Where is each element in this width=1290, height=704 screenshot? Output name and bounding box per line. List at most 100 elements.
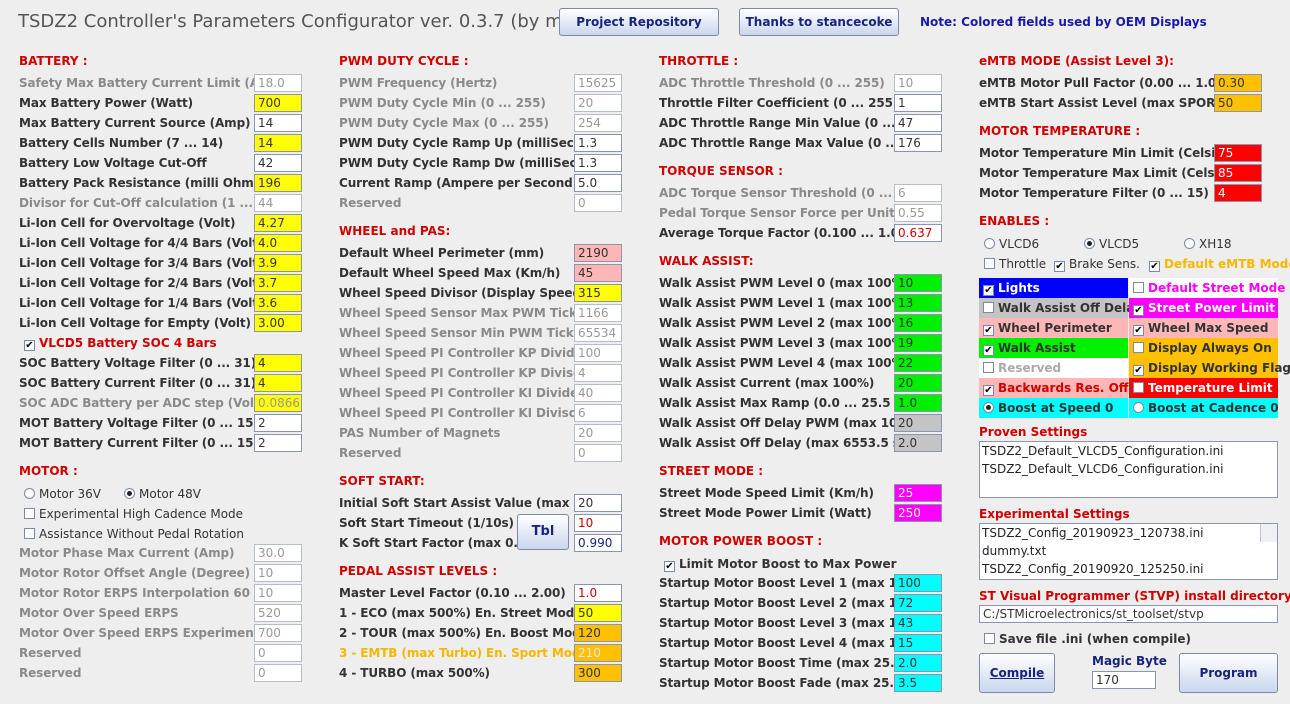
param-input[interactable]: 100 [574, 344, 622, 362]
motor-48v-radio[interactable]: Motor 48V [124, 487, 201, 501]
param-input[interactable]: 16 [894, 314, 942, 332]
vlcd5-radio[interactable]: VLCD5 [1084, 237, 1139, 251]
param-input[interactable]: 25 [894, 484, 942, 502]
param-input[interactable]: 10 [894, 74, 942, 92]
assist-without-pedal-checkbox[interactable]: Assistance Without Pedal Rotation [24, 527, 244, 541]
param-input[interactable]: 50 [1214, 94, 1262, 112]
enable-checkbox[interactable]: Walk Assist Off Delay [979, 298, 1142, 318]
param-input[interactable]: 15 [894, 634, 942, 652]
param-input[interactable]: 0 [254, 644, 302, 662]
param-input[interactable]: 0 [574, 194, 622, 212]
param-input[interactable]: 520 [254, 604, 302, 622]
param-input[interactable]: 3.6 [254, 294, 302, 312]
list-item[interactable]: TSDZ2_Config_20190920_125250.ini [980, 560, 1277, 578]
motor-36v-radio[interactable]: Motor 36V [24, 487, 101, 501]
param-input[interactable]: 176 [894, 134, 942, 152]
param-input[interactable]: 13 [894, 294, 942, 312]
param-input[interactable]: 3.5 [894, 674, 942, 692]
param-input[interactable]: 0 [574, 444, 622, 462]
limit-boost-checkbox[interactable]: ✔ Limit Motor Boost to Max Power [664, 557, 897, 572]
save-ini-checkbox[interactable]: Save file .ini (when compile) [984, 632, 1191, 646]
thanks-button[interactable]: Thanks to stancecoke [739, 8, 899, 36]
enable-checkbox[interactable]: Reserved [979, 358, 1128, 378]
param-input[interactable]: 2 [254, 414, 302, 432]
enable-radio[interactable]: Boost at Speed 0 [979, 398, 1128, 418]
list-item[interactable]: TSDZ2_Default_VLCD5_Configuration.ini [980, 442, 1277, 460]
param-input[interactable]: 20 [574, 424, 622, 442]
project-repository-button[interactable]: Project Repository [559, 8, 719, 36]
param-input[interactable]: 45 [574, 264, 622, 282]
enable-checkbox[interactable]: ✔ Display Working Flag [1129, 358, 1290, 378]
param-input[interactable]: 2.0 [894, 654, 942, 672]
param-input[interactable]: 210 [574, 644, 622, 662]
list-item[interactable]: TSDZ2_Config_20190923_120738.ini [980, 524, 1277, 542]
param-input[interactable]: 700 [254, 624, 302, 642]
param-input[interactable]: 75 [1214, 144, 1262, 162]
param-input[interactable]: 0.990 [574, 534, 622, 552]
compile-button[interactable]: Compile [979, 653, 1055, 693]
param-input[interactable]: 10 [574, 514, 622, 532]
enable-checkbox[interactable]: ✔ Backwards Res. Off [979, 378, 1129, 398]
param-input[interactable]: 6 [894, 184, 942, 202]
param-input[interactable]: 4 [254, 354, 302, 372]
enable-checkbox[interactable]: ✔ Lights [979, 278, 1128, 298]
param-input[interactable]: 20 [894, 414, 942, 432]
param-input[interactable]: 1 [894, 94, 942, 112]
param-input[interactable]: 1.0 [574, 584, 622, 602]
param-input[interactable]: 5.0 [574, 174, 622, 192]
param-input[interactable]: 196 [254, 174, 302, 192]
param-input[interactable]: 14 [254, 134, 302, 152]
param-input[interactable]: 40 [574, 384, 622, 402]
param-input[interactable]: 120 [574, 624, 622, 642]
enable-checkbox[interactable]: ✔ Walk Assist [979, 338, 1128, 358]
vlcd6-radio[interactable]: VLCD6 [984, 237, 1039, 251]
param-input[interactable]: 50 [574, 604, 622, 622]
param-input[interactable]: 72 [894, 594, 942, 612]
param-input[interactable]: 3.7 [254, 274, 302, 292]
param-input[interactable]: 2.0 [894, 434, 942, 452]
param-input[interactable]: 1166 [574, 304, 622, 322]
param-input[interactable]: 4 [1214, 184, 1262, 202]
enable-checkbox[interactable]: ✔ Street Power Limit [1129, 298, 1278, 318]
param-input[interactable]: 4.27 [254, 214, 302, 232]
param-input[interactable]: 42 [254, 154, 302, 172]
program-button[interactable]: Program [1179, 653, 1278, 693]
param-input[interactable]: 22 [894, 354, 942, 372]
param-input[interactable]: 4 [254, 374, 302, 392]
param-input[interactable]: 100 [894, 574, 942, 592]
vlcd5-soc-checkbox[interactable]: ✔ VLCD5 Battery SOC 4 Bars [24, 336, 217, 351]
param-input[interactable]: 2190 [574, 244, 622, 262]
default-emtb-checkbox[interactable]: ✔ Default eMTB Mode [1149, 257, 1290, 272]
param-input[interactable]: 10 [254, 564, 302, 582]
throttle-enable-checkbox[interactable]: Throttle [984, 257, 1046, 271]
param-input[interactable]: 44 [254, 194, 302, 212]
param-input[interactable]: 0.55 [894, 204, 942, 222]
list-item[interactable]: TSDZ2_Default_VLCD6_Configuration.ini [980, 460, 1277, 478]
experimental-settings-list[interactable]: TSDZ2_Config_20190923_120738.ini dummy.t… [979, 523, 1278, 580]
param-input[interactable]: 85 [1214, 164, 1262, 182]
enable-checkbox[interactable]: Temperature Limit [1129, 378, 1278, 398]
param-input[interactable]: 4 [574, 364, 622, 382]
param-input[interactable]: 10 [254, 584, 302, 602]
param-input[interactable]: 14 [254, 114, 302, 132]
param-input[interactable]: 20 [574, 494, 622, 512]
enable-checkbox[interactable]: Default Street Mode [1129, 278, 1285, 298]
list-item[interactable]: dummy.txt [980, 542, 1277, 560]
high-cadence-checkbox[interactable]: Experimental High Cadence Mode [24, 507, 243, 521]
param-input[interactable]: 700 [254, 94, 302, 112]
param-input[interactable]: 4.0 [254, 234, 302, 252]
param-input[interactable]: 1.0 [894, 394, 942, 412]
param-input[interactable]: 20 [894, 374, 942, 392]
enable-checkbox[interactable]: ✔ Wheel Max Speed [1129, 318, 1278, 338]
xh18-radio[interactable]: XH18 [1184, 237, 1232, 251]
enable-checkbox[interactable]: ✔ Wheel Perimeter [979, 318, 1128, 338]
param-input[interactable]: 19 [894, 334, 942, 352]
param-input[interactable]: 15625 [574, 74, 622, 92]
proven-settings-list[interactable]: TSDZ2_Default_VLCD5_Configuration.ini TS… [979, 441, 1278, 498]
param-input[interactable]: 18.0 [254, 74, 302, 92]
enable-checkbox[interactable]: Display Always On [1129, 338, 1278, 358]
param-input[interactable]: 1.3 [574, 134, 622, 152]
param-input[interactable]: 0.637 [894, 224, 942, 242]
param-input[interactable]: 1.3 [574, 154, 622, 172]
param-input[interactable]: 47 [894, 114, 942, 132]
